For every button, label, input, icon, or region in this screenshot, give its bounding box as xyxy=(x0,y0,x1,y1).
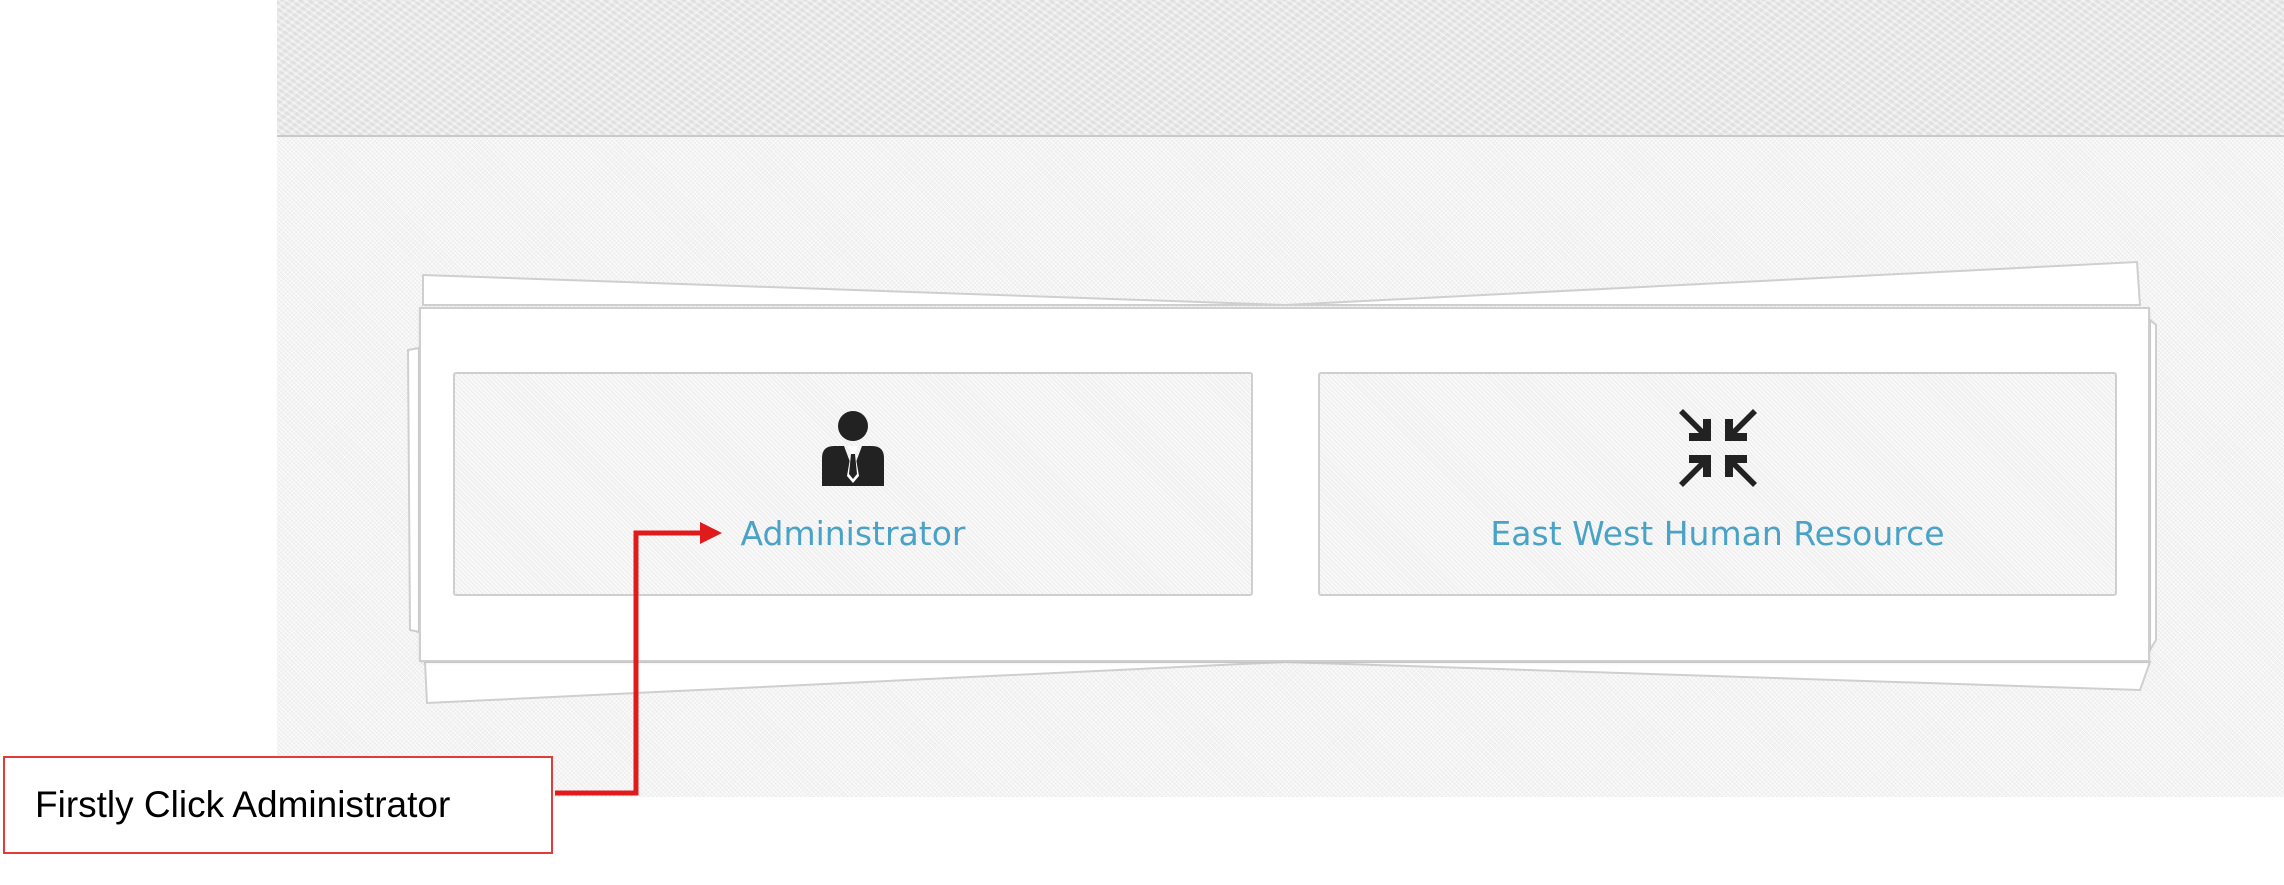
administrator-tile[interactable]: Administrator xyxy=(453,372,1253,596)
east-west-hr-link[interactable]: East West Human Resource xyxy=(1320,514,2115,553)
east-west-hr-tile[interactable]: East West Human Resource xyxy=(1318,372,2117,596)
annotation-text: Firstly Click Administrator xyxy=(35,784,451,825)
page: Administrator East West Human Resource F… xyxy=(0,0,2284,885)
header-band xyxy=(277,0,2284,137)
annotation-callout: Firstly Click Administrator xyxy=(3,756,553,854)
administrator-link[interactable]: Administrator xyxy=(455,514,1251,553)
user-tie-icon xyxy=(808,408,898,488)
compress-arrows-icon xyxy=(1673,408,1763,488)
